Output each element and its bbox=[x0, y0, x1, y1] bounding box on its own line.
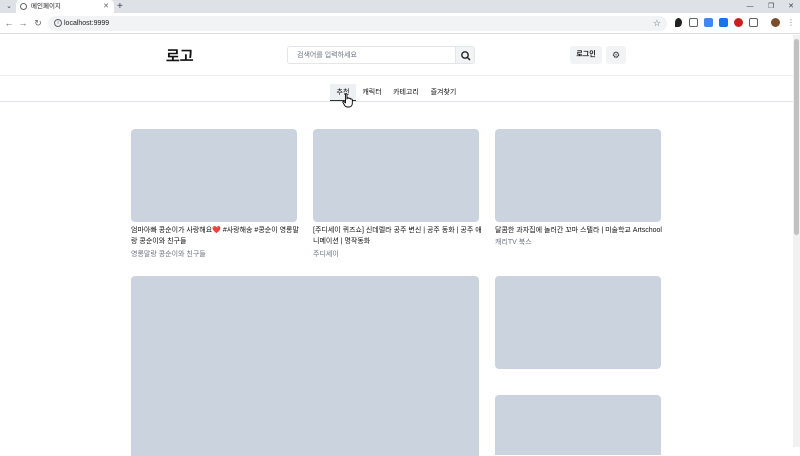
extension-translate-icon[interactable] bbox=[704, 18, 713, 27]
address-url[interactable]: localhost:9999 bbox=[64, 17, 109, 30]
video-title-line: 달콤한 과자집에 놀러간 꼬마 스텔라 | 미술학교 Artschool bbox=[495, 227, 662, 234]
extension-record-icon[interactable] bbox=[734, 18, 743, 27]
address-bar[interactable]: i localhost:9999 ☆ bbox=[48, 16, 667, 31]
tab-characters[interactable]: 캐릭터 bbox=[358, 84, 386, 101]
video-channel[interactable]: 캐리TV 북스 bbox=[495, 237, 532, 248]
video-thumbnail[interactable] bbox=[495, 395, 661, 455]
browser-menu-icon[interactable]: ⋮ bbox=[787, 16, 795, 29]
globe-icon bbox=[20, 3, 27, 10]
video-card[interactable]: 엄마아빠 콩순이가 사랑해요❤️ #사랑해송 #콩순이 영롱말 랑 콩순이와 친… bbox=[131, 129, 299, 264]
search-bar bbox=[287, 46, 475, 64]
browser-tab-strip: ⌄ 메인페이지 ✕ + — ❐ ✕ bbox=[0, 0, 800, 13]
forward-arrow-icon[interactable]: → bbox=[18, 18, 28, 29]
window-close-icon[interactable]: ✕ bbox=[784, 0, 798, 13]
hand-cursor-icon bbox=[342, 93, 353, 108]
page-viewport: 로고 로그인 ⚙ 추천 캐릭터 카테고리 즐겨찾기 엄마아빠 콩순이가 사랑해요… bbox=[0, 35, 793, 456]
video-title[interactable]: 달콤한 과자집에 놀러간 꼬마 스텔라 | 미술학교 Artschool bbox=[495, 225, 670, 236]
browser-toolbar: ← → ↻ i localhost:9999 ☆ ⋮ bbox=[0, 13, 800, 34]
extension-docs-icon[interactable] bbox=[719, 18, 728, 27]
tab-title: 메인페이지 bbox=[31, 3, 61, 10]
search-input[interactable] bbox=[287, 46, 455, 64]
browser-tab[interactable]: 메인페이지 ✕ bbox=[16, 0, 114, 13]
new-tab-plus-icon[interactable]: + bbox=[117, 0, 123, 13]
video-thumbnail-large[interactable] bbox=[131, 276, 479, 456]
extension-location-icon[interactable] bbox=[675, 18, 682, 27]
video-thumbnail[interactable] bbox=[495, 276, 661, 369]
video-card[interactable]: 달콤한 과자집에 놀러간 꼬마 스텔라 | 미술학교 Artschool 캐리T… bbox=[495, 129, 662, 264]
video-title[interactable]: 엄마아빠 콩순이가 사랑해요❤️ #사랑해송 #콩순이 영롱말 랑 콩순이와 친… bbox=[131, 225, 306, 247]
category-nav: 추천 캐릭터 카테고리 즐겨찾기 bbox=[0, 77, 793, 102]
video-channel[interactable]: 주디세이 bbox=[313, 249, 339, 260]
video-thumbnail[interactable] bbox=[131, 129, 297, 222]
extension-camera-icon[interactable] bbox=[689, 18, 698, 27]
search-button[interactable] bbox=[455, 46, 475, 64]
maximize-icon[interactable]: ❐ bbox=[764, 0, 778, 13]
back-arrow-icon[interactable]: ← bbox=[4, 18, 14, 29]
page-scrollbar[interactable] bbox=[793, 35, 800, 447]
close-tab-icon[interactable]: ✕ bbox=[103, 1, 109, 12]
login-button[interactable]: 로그인 bbox=[570, 46, 602, 64]
video-thumbnail[interactable] bbox=[495, 129, 661, 222]
profile-avatar[interactable] bbox=[771, 18, 780, 27]
video-title[interactable]: [주디세이 퀴즈쇼] 신데렐라 공주 변신 | 공주 동화 | 공주 애 니메이… bbox=[313, 225, 488, 247]
info-icon[interactable]: i bbox=[54, 19, 62, 27]
tab-favorites[interactable]: 즐겨찾기 bbox=[425, 84, 462, 101]
minimize-icon[interactable]: — bbox=[743, 0, 757, 13]
video-title-line: 니메이션 | 명작동화 bbox=[313, 238, 371, 245]
scrollbar-thumb[interactable] bbox=[794, 39, 799, 235]
tab-categories[interactable]: 카테고리 bbox=[389, 84, 423, 101]
gear-icon: ⚙ bbox=[611, 50, 621, 60]
bookmark-star-icon[interactable]: ☆ bbox=[653, 17, 661, 30]
site-logo[interactable]: 로고 bbox=[166, 45, 194, 66]
video-channel[interactable]: 영롱말랑 콩순이와 친구들 bbox=[131, 249, 206, 260]
search-icon bbox=[461, 51, 471, 61]
extensions-puzzle-icon[interactable] bbox=[749, 18, 758, 27]
tab-search-chevron-icon[interactable]: ⌄ bbox=[4, 1, 14, 12]
video-title-line: [주디세이 퀴즈쇼] 신데렐라 공주 변신 | 공주 동화 | 공주 애 bbox=[313, 227, 482, 234]
video-card[interactable]: [주디세이 퀴즈쇼] 신데렐라 공주 변신 | 공주 동화 | 공주 애 니메이… bbox=[313, 129, 482, 264]
video-title-line: 랑 콩순이와 친구들 bbox=[131, 238, 187, 245]
video-title-line: 엄마아빠 콩순이가 사랑해요❤️ #사랑해송 #콩순이 영롱말 bbox=[131, 227, 299, 234]
site-header: 로고 로그인 ⚙ bbox=[0, 35, 793, 76]
video-thumbnail[interactable] bbox=[313, 129, 479, 222]
settings-button[interactable]: ⚙ bbox=[606, 46, 626, 64]
reload-icon[interactable]: ↻ bbox=[33, 18, 43, 29]
